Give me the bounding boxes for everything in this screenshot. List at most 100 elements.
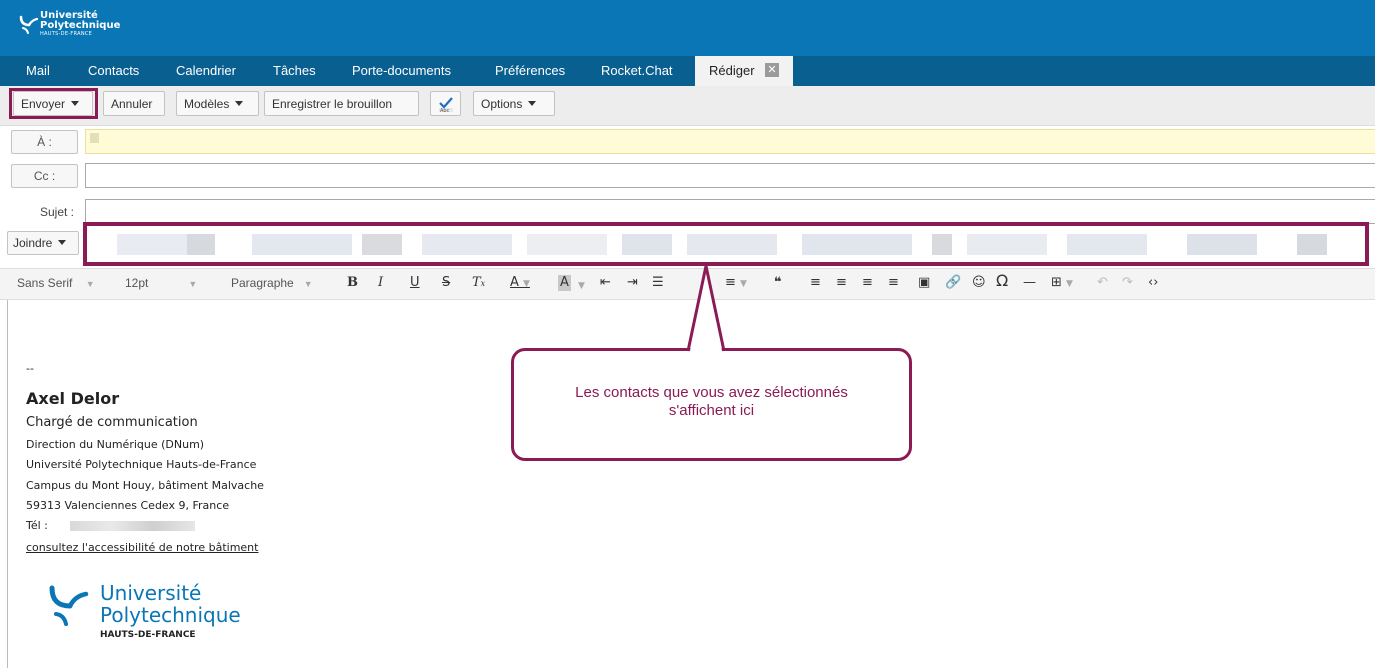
blurred-contact	[967, 234, 1047, 255]
indent-icon[interactable]: ⇥	[627, 275, 638, 291]
dropdown-arrow-icon: ▼	[188, 279, 198, 289]
cancel-button-label: Annuler	[111, 97, 153, 111]
caret-down-icon	[528, 101, 537, 107]
align-right-icon[interactable]: ≡	[862, 275, 873, 291]
signature-phone-label: Tél :	[26, 519, 48, 532]
compose-toolbar: Envoyer Annuler Modèles Enregistrer le b…	[0, 86, 1375, 126]
blurred-contact	[802, 234, 912, 255]
tab-mail[interactable]: Mail	[26, 63, 50, 78]
spellcheck-icon: Abc	[439, 97, 453, 114]
to-button[interactable]: À :	[11, 130, 78, 154]
caret-down-icon	[235, 101, 244, 107]
cc-button[interactable]: Cc :	[11, 164, 78, 188]
font-family-select[interactable]: Sans Serif ▼	[17, 276, 95, 290]
logo-text-line2: Polytechnique	[100, 603, 241, 627]
to-field[interactable]	[85, 129, 1375, 154]
tab-contacts[interactable]: Contacts	[88, 63, 139, 78]
signature-line: Université Polytechnique Hauts-de-France	[26, 458, 257, 471]
blurred-contact	[187, 234, 215, 255]
attach-button[interactable]: Joindre	[7, 231, 79, 255]
subject-field[interactable]	[85, 199, 1375, 224]
logo-text-line2: Polytechnique	[40, 20, 121, 31]
save-draft-button-label: Enregistrer le brouillon	[272, 97, 393, 111]
signature-role: Chargé de communication	[26, 415, 198, 430]
bullet-list-icon[interactable]: ☰	[652, 275, 664, 291]
close-icon[interactable]: ✕	[765, 63, 779, 77]
undo-icon[interactable]: ↶	[1097, 275, 1108, 291]
clear-format-icon[interactable]: Tx	[472, 275, 485, 292]
options-button-label: Options	[481, 97, 523, 111]
save-draft-button[interactable]: Enregistrer le brouillon	[264, 91, 419, 116]
spellcheck-button[interactable]: Abc	[430, 91, 461, 116]
text-color-icon[interactable]: A ▼	[510, 275, 530, 292]
horizontal-rule-icon[interactable]: —	[1023, 275, 1036, 291]
options-button[interactable]: Options	[473, 91, 555, 116]
font-size-value: 12pt	[125, 276, 149, 290]
blurred-contact	[1187, 234, 1257, 255]
accessibility-link[interactable]: consultez l'accessibilité de notre bâtim…	[26, 541, 258, 554]
send-button-highlight	[9, 88, 98, 119]
dropdown-arrow-icon: ▼	[85, 279, 95, 289]
font-family-value: Sans Serif	[17, 276, 73, 290]
cancel-button[interactable]: Annuler	[103, 91, 165, 116]
align-center-icon[interactable]: ≡	[836, 275, 847, 291]
cc-field[interactable]	[85, 163, 1375, 188]
svg-text:Abc: Abc	[440, 108, 450, 113]
blockquote-icon[interactable]: ❝	[774, 275, 782, 291]
emoticon-icon[interactable]: ☺	[972, 275, 986, 291]
tab-compose[interactable]: Rédiger ✕	[695, 56, 793, 86]
logo-mark-icon	[49, 585, 89, 626]
signature-line: Campus du Mont Houy, bâtiment Malvache	[26, 479, 264, 492]
tab-documents[interactable]: Porte-documents	[352, 63, 451, 78]
blurred-contact	[362, 234, 402, 255]
blurred-contact	[1067, 234, 1147, 255]
logo-mark-icon	[19, 15, 38, 34]
bold-icon[interactable]: B	[347, 275, 358, 291]
tab-calendar[interactable]: Calendrier	[176, 63, 236, 78]
table-icon[interactable]: ⊞ ▼	[1051, 275, 1073, 292]
font-size-select[interactable]: 12pt ▼	[125, 276, 197, 290]
underline-icon[interactable]: U	[410, 275, 420, 291]
numbered-list-icon[interactable]: ≡ ▼	[725, 275, 747, 292]
subject-label: Sujet :	[40, 205, 75, 219]
tab-compose-label: Rédiger	[709, 63, 755, 78]
image-icon[interactable]: ▣	[918, 275, 930, 291]
italic-icon[interactable]: I	[378, 275, 383, 291]
redo-icon[interactable]: ↷	[1122, 275, 1133, 291]
block-format-value: Paragraphe	[231, 276, 294, 290]
link-icon[interactable]: 🔗	[945, 275, 961, 291]
callout-line2: s'affichent ici	[668, 402, 755, 419]
app-header: Université Polytechnique HAUTS-DE-FRANCE	[0, 0, 1375, 56]
logo-text-line1: Université	[100, 581, 202, 605]
callout-line1: Les contacts que vous avez sélectionnés	[575, 384, 848, 401]
signature-logo: Université Polytechnique HAUTS-DE-FRANCE	[46, 582, 246, 652]
blurred-contact	[422, 234, 512, 255]
to-cursor-marker	[90, 133, 99, 143]
tab-preferences[interactable]: Préférences	[495, 63, 565, 78]
phone-number-redacted	[70, 521, 195, 531]
highlight-color-icon[interactable]: A	[558, 275, 571, 291]
callout-box: Les contacts que vous avez sélectionnés …	[511, 348, 912, 461]
format-toolbar: Sans Serif ▼ 12pt ▼ Paragraphe ▼ B I U S…	[0, 268, 1375, 300]
tab-tasks[interactable]: Tâches	[273, 63, 316, 78]
blurred-contact	[932, 234, 952, 255]
dropdown-arrow-icon[interactable]: ▼	[578, 278, 585, 294]
strikethrough-icon[interactable]: S	[442, 275, 450, 291]
selected-contacts-area[interactable]	[83, 222, 1369, 266]
outdent-icon[interactable]: ⇤	[600, 275, 611, 291]
dropdown-arrow-icon: ▼	[303, 279, 313, 289]
templates-button[interactable]: Modèles	[176, 91, 259, 116]
signature-phone: Tél :	[26, 519, 206, 533]
callout-text: Les contacts que vous avez sélectionnés …	[514, 384, 909, 420]
special-char-icon[interactable]: Ω	[996, 273, 1008, 289]
align-left-icon[interactable]: ≡	[810, 275, 821, 291]
logo-text-line3: HAUTS-DE-FRANCE	[100, 630, 196, 640]
attach-button-label: Joindre	[13, 236, 53, 250]
block-format-select[interactable]: Paragraphe ▼	[231, 276, 313, 290]
blurred-contact	[252, 234, 352, 255]
align-justify-icon[interactable]: ≡	[888, 275, 899, 291]
signature-line: Direction du Numérique (DNum)	[26, 438, 205, 451]
tab-rocket-chat[interactable]: Rocket.Chat	[601, 63, 673, 78]
signature-line: 59313 Valenciennes Cedex 9, France	[26, 499, 230, 512]
source-code-icon[interactable]: ‹›	[1148, 275, 1158, 291]
